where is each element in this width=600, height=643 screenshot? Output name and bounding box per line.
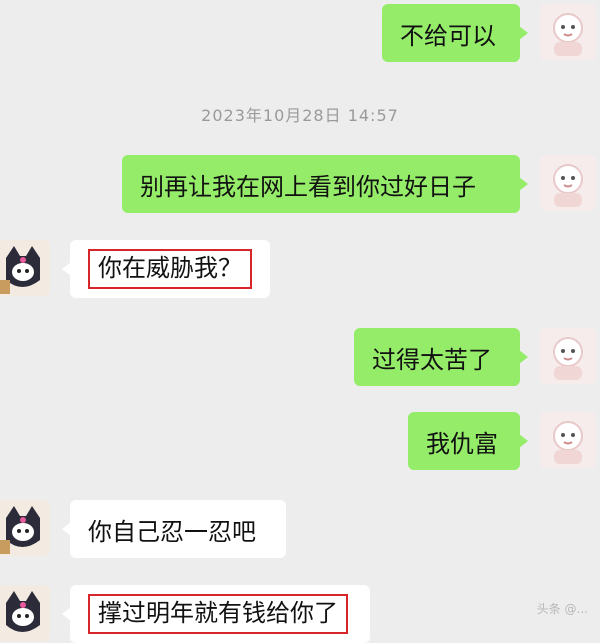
message-text: 过得太苦了: [372, 345, 492, 374]
message-bubble-received[interactable]: 撑过明年就有钱给你了: [62, 585, 370, 643]
message-bubble-sent[interactable]: 不给可以: [382, 4, 528, 62]
contact-avatar[interactable]: [0, 240, 50, 296]
message-bubble-received[interactable]: 你自己忍一忍吧: [62, 500, 286, 558]
message-bubble-sent[interactable]: 别再让我在网上看到你过好日子: [122, 155, 528, 213]
watermark: 头条 @...: [536, 602, 588, 616]
my-avatar[interactable]: [540, 328, 596, 384]
kuromi-avatar-icon: [0, 240, 50, 296]
cartoon-avatar-icon: [540, 155, 596, 211]
message-text-highlighted: 你在威胁我？: [88, 249, 252, 289]
cartoon-avatar-icon: [540, 328, 596, 384]
message-text: 不给可以: [400, 21, 496, 50]
message-text-highlighted: 撑过明年就有钱给你了: [88, 594, 348, 634]
message-text: 别再让我在网上看到你过好日子: [140, 172, 476, 201]
my-avatar[interactable]: [540, 412, 596, 468]
message-timestamp: 2023年10月28日 14:57: [201, 106, 399, 125]
message-text: 我仇富: [426, 429, 498, 458]
cartoon-avatar-icon: [540, 4, 596, 60]
contact-avatar[interactable]: [0, 585, 50, 641]
kuromi-avatar-icon: [0, 500, 50, 556]
message-bubble-sent[interactable]: 我仇富: [408, 412, 528, 470]
message-text: 你自己忍一忍吧: [88, 517, 256, 546]
message-bubble-received[interactable]: 你在威胁我？: [62, 240, 270, 298]
message-bubble-sent[interactable]: 过得太苦了: [354, 328, 528, 386]
contact-avatar[interactable]: [0, 500, 50, 556]
kuromi-avatar-icon: [0, 585, 50, 641]
my-avatar[interactable]: [540, 155, 596, 211]
my-avatar[interactable]: [540, 4, 596, 60]
cartoon-avatar-icon: [540, 412, 596, 468]
